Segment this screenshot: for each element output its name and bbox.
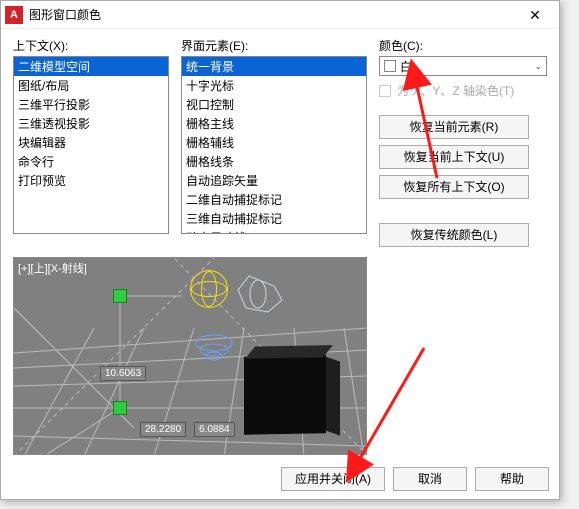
element-item[interactable]: 栅格线条 — [182, 152, 366, 171]
help-button[interactable]: 帮助 — [475, 467, 549, 491]
element-listbox[interactable]: 统一背景十字光标视口控制栅格主线栅格辅线栅格线条自动追踪矢量二维自动捕捉标记三维… — [181, 56, 367, 234]
color-swatch — [384, 60, 396, 72]
element-item[interactable]: 二维自动捕捉标记 — [182, 190, 366, 209]
element-item[interactable]: 三维自动捕捉标记 — [182, 209, 366, 228]
dialog-window: A 图形窗口颜色 ✕ 上下文(X): 二维模型空间图纸/布局三维平行投影三维透视… — [0, 0, 560, 500]
element-item[interactable]: 视口控制 — [182, 95, 366, 114]
preview-view-label: [+][上][X-射线] — [18, 260, 87, 276]
preview-area: [+][上][X-射线] 10.6063 28.2280 6.0884 — [13, 257, 367, 455]
preview-cube — [244, 355, 326, 434]
element-item[interactable]: 十字光标 — [182, 76, 366, 95]
restore-element-button[interactable]: 恢复当前元素(R) — [379, 115, 529, 139]
coord-c: 6.0884 — [194, 422, 235, 437]
window-title: 图形窗口颜色 — [29, 6, 515, 23]
element-item[interactable]: 栅格辅线 — [182, 133, 366, 152]
context-item[interactable]: 三维平行投影 — [14, 95, 168, 114]
context-item[interactable]: 块编辑器 — [14, 133, 168, 152]
apply-close-button[interactable]: 应用并关闭(A) — [281, 467, 385, 491]
color-label: 颜色(C): — [379, 37, 547, 54]
tint-checkbox[interactable] — [379, 85, 391, 97]
restore-legacy-button[interactable]: 恢复传统颜色(L) — [379, 223, 529, 247]
element-item[interactable]: 自动追踪矢量 — [182, 171, 366, 190]
tint-checkbox-row: 为 X、Y、Z 轴染色(T) — [379, 82, 547, 99]
app-icon: A — [5, 6, 23, 24]
chevron-down-icon: ⌄ — [534, 61, 542, 72]
context-item[interactable]: 命令行 — [14, 152, 168, 171]
cancel-button[interactable]: 取消 — [393, 467, 467, 491]
element-item[interactable]: 栅格主线 — [182, 114, 366, 133]
context-label: 上下文(X): — [13, 37, 169, 54]
element-item[interactable]: 统一背景 — [182, 57, 366, 76]
element-label: 界面元素(E): — [181, 37, 367, 54]
wireframe-sphere — [190, 270, 228, 308]
coord-b: 28.2280 — [140, 422, 186, 437]
coord-a: 10.6063 — [100, 366, 146, 381]
color-name: 白 — [400, 58, 412, 75]
grip-handle-2 — [113, 401, 127, 415]
color-dropdown[interactable]: 白 ⌄ — [379, 56, 547, 76]
restore-context-button[interactable]: 恢复当前上下文(U) — [379, 145, 529, 169]
titlebar: A 图形窗口颜色 ✕ — [1, 1, 559, 29]
context-item[interactable]: 二维模型空间 — [14, 57, 168, 76]
footer-buttons: 应用并关闭(A) 取消 帮助 — [281, 467, 549, 491]
tint-label: 为 X、Y、Z 轴染色(T) — [397, 82, 514, 99]
context-listbox[interactable]: 二维模型空间图纸/布局三维平行投影三维透视投影块编辑器命令行打印预览 — [13, 56, 169, 234]
context-item[interactable]: 图纸/布局 — [14, 76, 168, 95]
context-item[interactable]: 打印预览 — [14, 171, 168, 190]
context-item[interactable]: 三维透视投影 — [14, 114, 168, 133]
restore-all-button[interactable]: 恢复所有上下文(O) — [379, 175, 529, 199]
close-button[interactable]: ✕ — [515, 2, 555, 28]
element-item[interactable]: 动态尺寸线 — [182, 228, 366, 234]
grip-handle-1 — [113, 289, 127, 303]
